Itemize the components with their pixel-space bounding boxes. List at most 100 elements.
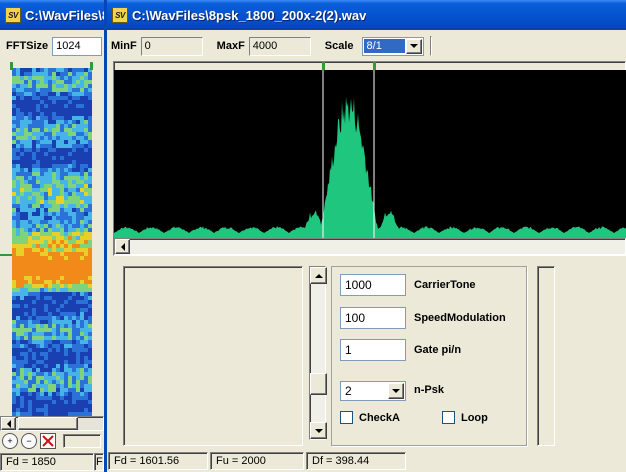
- waterfall-cell: [48, 400, 52, 404]
- waterfall-cell: [24, 100, 28, 104]
- waterfall-cell: [36, 104, 40, 108]
- waterfall-cell: [64, 400, 68, 404]
- waterfall-cell: [56, 360, 60, 364]
- waterfall-display[interactable]: [12, 68, 92, 416]
- waterfall-cell: [52, 160, 56, 164]
- scroll-up-button[interactable]: [310, 267, 327, 284]
- waterfall-cell: [68, 184, 72, 188]
- waterfall-left-marker[interactable]: [10, 62, 13, 70]
- waterfall-cell: [48, 96, 52, 100]
- waterfall-cell: [44, 268, 48, 272]
- waterfall-cell: [64, 320, 68, 324]
- waterfall-cell: [56, 196, 60, 200]
- scale-dropdown[interactable]: 8/1: [361, 36, 424, 56]
- waterfall-cell: [52, 204, 56, 208]
- waterfall-cell: [48, 368, 52, 372]
- spectrum-display[interactable]: [114, 70, 626, 238]
- waterfall-cell: [72, 72, 76, 76]
- spectrum-left-marker[interactable]: [322, 62, 325, 70]
- speed-modulation-input[interactable]: 100: [340, 307, 406, 329]
- waterfall-cell: [72, 96, 76, 100]
- waterfall-window-titlebar[interactable]: SV C:\WavFiles\8psk_1800_200x-2(2).wav: [0, 0, 112, 30]
- spectrum-window-titlebar[interactable]: SV C:\WavFiles\8psk_1800_200x-2(2).wav: [107, 0, 626, 30]
- waterfall-cell: [52, 100, 56, 104]
- checka-checkbox[interactable]: [340, 411, 353, 424]
- waterfall-cell: [40, 388, 44, 392]
- waterfall-cell: [52, 172, 56, 176]
- waterfall-cell: [84, 320, 88, 324]
- waterfall-cell: [32, 312, 36, 316]
- waterfall-cell: [60, 120, 64, 124]
- waterfall-cell: [80, 392, 84, 396]
- parameter-vertical-scrollbar[interactable]: [309, 266, 327, 440]
- waterfall-cell: [32, 384, 36, 388]
- spectrum-horizontal-scrollbar[interactable]: [114, 238, 626, 255]
- waterfall-cell: [68, 196, 72, 200]
- scroll-left-button[interactable]: [1, 417, 16, 430]
- loop-checkbox[interactable]: [441, 411, 455, 424]
- waterfall-cell: [60, 160, 64, 164]
- scroll-thumb[interactable]: [18, 417, 78, 430]
- waterfall-cell: [68, 324, 72, 328]
- waterfall-cell: [72, 324, 76, 328]
- waterfall-cell: [32, 92, 36, 96]
- arrow-down-icon: [314, 428, 323, 433]
- waterfall-cell: [28, 72, 32, 76]
- waterfall-cell: [32, 140, 36, 144]
- spectrum-right-marker[interactable]: [373, 62, 376, 70]
- waterfall-cell: [48, 300, 52, 304]
- scroll-left-button[interactable]: [115, 239, 130, 254]
- clear-icon[interactable]: [40, 433, 56, 449]
- waterfall-cell: [44, 168, 48, 172]
- waterfall-cell: [84, 368, 88, 372]
- waterfall-right-marker[interactable]: [90, 62, 93, 70]
- waterfall-cell: [24, 288, 28, 292]
- zoom-out-icon[interactable]: −: [21, 433, 37, 449]
- waterfall-cell: [24, 388, 28, 392]
- waterfall-horizontal-scrollbar[interactable]: [0, 416, 104, 431]
- waterfall-cell: [52, 256, 56, 260]
- waterfall-cell: [44, 276, 48, 280]
- scroll-thumb[interactable]: [310, 373, 327, 395]
- npsk-dropdown[interactable]: 2: [340, 381, 406, 401]
- scroll-down-button[interactable]: [310, 422, 327, 439]
- waterfall-cell: [84, 284, 88, 288]
- carrier-tone-input[interactable]: 1000: [340, 274, 406, 296]
- waterfall-cell: [20, 100, 24, 104]
- waterfall-cell: [80, 268, 84, 272]
- waterfall-cell: [12, 320, 16, 324]
- waterfall-cell: [32, 88, 36, 92]
- waterfall-cell: [72, 188, 76, 192]
- waterfall-cell: [84, 308, 88, 312]
- waterfall-cell: [88, 344, 92, 348]
- waterfall-cell: [16, 196, 20, 200]
- npsk-dropdown-button[interactable]: [388, 383, 404, 399]
- waterfall-cell: [12, 108, 16, 112]
- waterfall-cell: [40, 308, 44, 312]
- waterfall-cell: [48, 404, 52, 408]
- waterfall-cell: [20, 336, 24, 340]
- waterfall-cell: [16, 368, 20, 372]
- waterfall-cell: [72, 136, 76, 140]
- waterfall-cell: [20, 104, 24, 108]
- waterfall-cell: [32, 408, 36, 412]
- zoom-in-icon[interactable]: +: [2, 433, 18, 449]
- waterfall-cell: [12, 172, 16, 176]
- fft-size-input[interactable]: 1024: [52, 36, 103, 56]
- waterfall-cell: [36, 256, 40, 260]
- waterfall-cell: [84, 312, 88, 316]
- waterfall-cell: [32, 376, 36, 380]
- waterfall-cell: [20, 256, 24, 260]
- gate-input[interactable]: 1: [340, 339, 406, 361]
- waterfall-cell: [72, 348, 76, 352]
- waterfall-cell: [24, 316, 28, 320]
- waterfall-cell: [44, 408, 48, 412]
- waterfall-cell: [52, 136, 56, 140]
- waterfall-cell: [60, 356, 64, 360]
- scale-dropdown-button[interactable]: [405, 38, 422, 54]
- waterfall-cell: [12, 136, 16, 140]
- waterfall-cell: [28, 196, 32, 200]
- waterfall-cell: [72, 128, 76, 132]
- waterfall-cell: [60, 124, 64, 128]
- waterfall-cell: [76, 216, 80, 220]
